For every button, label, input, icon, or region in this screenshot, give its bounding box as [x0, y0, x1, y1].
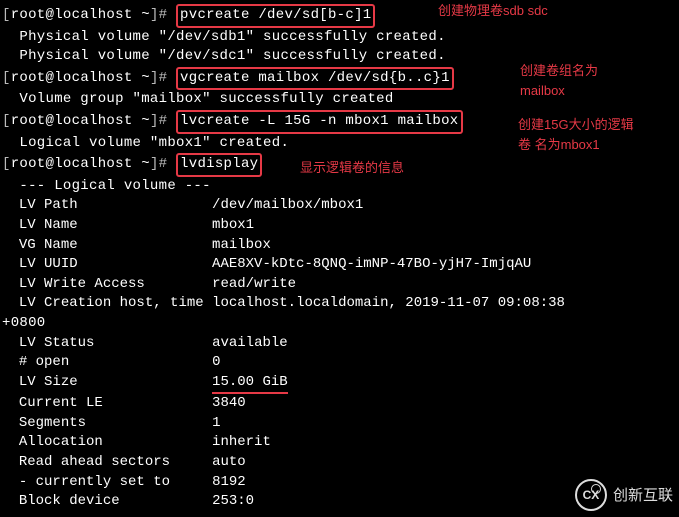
prompt-bracket-close: ]#: [150, 7, 167, 23]
lv-tz: +0800: [2, 314, 677, 334]
lv-name: LV Name mbox1: [2, 216, 677, 236]
lv-uuid: LV UUID AAE8XV-kDtc-8QNQ-imNP-47BO-yjH7-…: [2, 255, 677, 275]
lv-status: LV Status available: [2, 334, 677, 354]
lv-table: LV Path /dev/mailbox/mbox1 LV Name mbox1…: [2, 196, 677, 314]
output-pv-sdb1: Physical volume "/dev/sdb1" successfully…: [2, 28, 677, 48]
cmd-lvdisplay: lvdisplay: [176, 153, 262, 177]
watermark-badge-icon: CX: [575, 479, 607, 511]
cmd-pvcreate: pvcreate /dev/sd[b-c]1: [176, 4, 375, 28]
lv-size-value: 15.00 GiB: [212, 373, 288, 395]
output-vg-created: Volume group "mailbox" successfully crea…: [2, 90, 677, 110]
annotation-pvcreate: 创建物理卷sdb sdc: [438, 2, 548, 20]
lv-header: --- Logical volume ---: [2, 177, 677, 197]
lv-path: LV Path /dev/mailbox/mbox1: [2, 196, 677, 216]
annotation-lvcreate-l2: 卷 名为mbox1: [518, 136, 600, 154]
lv-open: # open 0: [2, 353, 677, 373]
annotation-lvdisplay: 显示逻辑卷的信息: [300, 159, 404, 177]
prompt-bracket-open: [: [2, 7, 11, 23]
annotation-vgcreate-l1: 创建卷组名为: [520, 62, 598, 80]
gear-icon: [591, 484, 601, 494]
lv-creation: LV Creation host, time localhost.localdo…: [2, 294, 677, 314]
annotation-vgcreate-l2: mailbox: [520, 82, 565, 100]
allocation: Allocation inherit: [2, 433, 677, 453]
annotation-lvcreate-l1: 创建15G大小的逻辑: [518, 116, 634, 134]
cmd-lvcreate: lvcreate -L 15G -n mbox1 mailbox: [176, 110, 462, 134]
watermark-text: 创新互联: [613, 485, 673, 506]
lv-size: LV Size 15.00 GiB: [2, 373, 677, 395]
read-ahead: Read ahead sectors auto: [2, 453, 677, 473]
current-le: Current LE 3840: [2, 394, 677, 414]
terminal-line-cmd-pvcreate: [root@localhost ~]# pvcreate /dev/sd[b-c…: [2, 4, 677, 28]
segments: Segments 1: [2, 414, 677, 434]
prompt-user-host: root@localhost ~: [11, 7, 150, 23]
cmd-vgcreate: vgcreate mailbox /dev/sd{b..c}1: [176, 67, 454, 91]
vg-name: VG Name mailbox: [2, 236, 677, 256]
watermark: CX 创新互联: [575, 479, 673, 511]
lv-write-access: LV Write Access read/write: [2, 275, 677, 295]
